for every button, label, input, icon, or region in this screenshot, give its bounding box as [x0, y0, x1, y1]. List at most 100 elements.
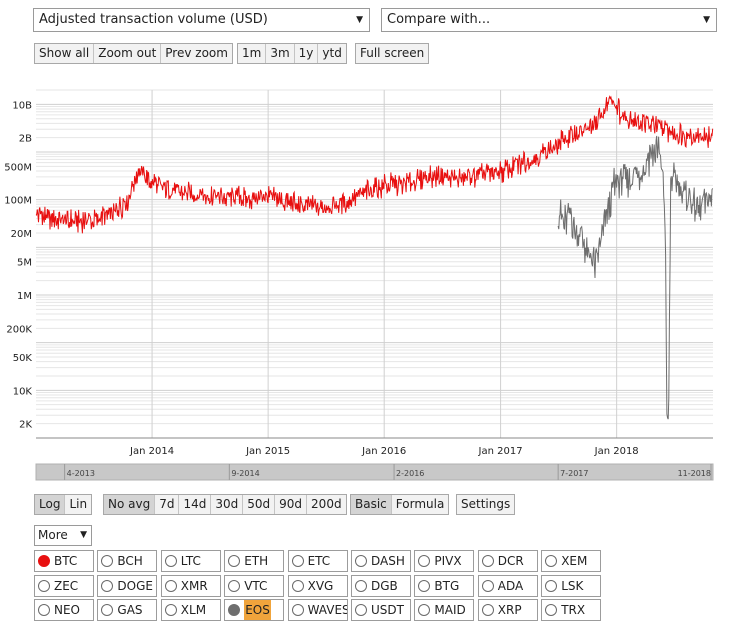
radio-icon — [418, 555, 431, 567]
coin-toggle-xmr[interactable]: XMR — [160, 574, 221, 597]
y-tick-label: 20M — [11, 229, 32, 240]
navigator-label: 9-2014 — [231, 469, 259, 478]
radio-icon — [418, 579, 431, 592]
y-tick-label: 50K — [13, 353, 33, 364]
avg-200d-button[interactable]: 200d — [307, 495, 346, 514]
more-select-value: More — [38, 528, 68, 542]
navigator[interactable]: 4-2013 9-2014 2-2016 7-2017 11-2018 — [35, 463, 714, 481]
radio-icon — [545, 579, 558, 592]
coin-toggle-doge[interactable]: DOGE — [97, 574, 158, 597]
radio-icon — [101, 555, 114, 567]
coin-label: EOS — [244, 600, 271, 620]
coin-toggle-maid[interactable]: MAID — [414, 599, 475, 621]
coin-label: LSK — [561, 578, 584, 593]
coin-toggle-dcr[interactable]: DCR — [477, 550, 538, 572]
coin-toggle-bch[interactable]: BCH — [97, 550, 158, 572]
navigator-label: 2-2016 — [396, 469, 424, 478]
x-tick-label: Jan 2016 — [361, 446, 406, 457]
coin-toggle-lsk[interactable]: LSK — [541, 574, 602, 597]
coin-toggle-dgb[interactable]: DGB — [351, 574, 411, 597]
y-axis: 2K 10K 50K 200K 1M 5M 20M 100M 500M 2B 10B — [4, 100, 32, 430]
y-tick-label: 5M — [17, 258, 32, 269]
radio-icon — [481, 555, 494, 567]
coin-toggle-xem[interactable]: XEM — [541, 550, 602, 572]
range-1m-button[interactable]: 1m — [238, 44, 267, 63]
avg-7d-button[interactable]: 7d — [155, 495, 180, 514]
coin-toggle-pivx[interactable]: PIVX — [414, 550, 475, 572]
coin-toggle-xrp[interactable]: XRP — [477, 599, 538, 621]
basic-mode-button[interactable]: Basic — [351, 495, 392, 514]
x-tick-label: Jan 2018 — [594, 446, 639, 457]
coin-toggle-usdt[interactable]: USDT — [351, 599, 411, 621]
radio-icon — [228, 579, 241, 592]
coin-label: MAID — [434, 603, 466, 617]
radio-icon — [101, 579, 114, 592]
compare-select[interactable]: Compare with... ▼ — [381, 8, 717, 32]
radio-icon — [481, 604, 494, 616]
chart[interactable]: 2K 10K 50K 200K 1M 5M 20M 100M 500M 2B 10B Jan 201… — [0, 80, 736, 488]
radio-icon — [545, 604, 558, 616]
coin-label: ETH — [244, 554, 269, 568]
radio-icon — [355, 604, 367, 616]
x-axis: Jan 2014 Jan 2015 Jan 2016 Jan 2017 Jan 2018 — [129, 446, 639, 457]
coin-label: DCR — [497, 554, 524, 568]
y-tick-label: 500M — [4, 162, 32, 173]
radio-icon — [291, 579, 304, 592]
dropdown-arrow-icon: ▼ — [356, 15, 363, 25]
radio-icon — [545, 555, 558, 567]
full-screen-button[interactable]: Full screen — [356, 44, 428, 63]
navigator-label: 4-2013 — [67, 469, 95, 478]
scale-button-group: Log Lin — [34, 494, 93, 515]
coin-label: XVG — [307, 578, 334, 593]
coin-toggle-ada[interactable]: ADA — [477, 574, 538, 597]
x-tick-label: Jan 2015 — [245, 446, 290, 457]
radio-icon — [355, 555, 367, 567]
coin-toggle-btc[interactable]: BTC — [34, 550, 94, 572]
compare-select-value: Compare with... — [387, 12, 491, 27]
coin-toggle-xlm[interactable]: XLM — [160, 599, 221, 621]
formula-mode-button[interactable]: Formula — [392, 495, 449, 514]
coin-label: USDT — [371, 603, 404, 617]
lin-scale-button[interactable]: Lin — [65, 495, 91, 514]
coin-label: DASH — [371, 554, 405, 568]
coin-label: DOGE — [117, 578, 153, 593]
no-avg-button[interactable]: No avg — [104, 495, 156, 514]
coin-label: LTC — [180, 554, 201, 568]
range-ytd-button[interactable]: ytd — [318, 44, 345, 63]
coin-toggle-xvg[interactable]: XVG — [287, 574, 348, 597]
coin-label: GAS — [117, 603, 143, 617]
more-select[interactable]: More ▼ — [34, 525, 92, 546]
dropdown-arrow-icon: ▼ — [80, 530, 87, 540]
settings-button[interactable]: Settings — [457, 495, 514, 514]
show-all-button[interactable]: Show all — [35, 44, 95, 63]
range-3m-button[interactable]: 3m — [266, 44, 295, 63]
mode-button-group: Basic Formula — [350, 494, 450, 515]
coin-toggle-zec[interactable]: ZEC — [34, 574, 94, 597]
coin-toggle-ltc[interactable]: LTC — [160, 550, 221, 572]
prev-zoom-button[interactable]: Prev zoom — [161, 44, 232, 63]
avg-90d-button[interactable]: 90d — [275, 495, 308, 514]
coin-label: VTC — [244, 578, 268, 593]
coin-toggle-dash[interactable]: DASH — [351, 550, 411, 572]
coin-toggle-etc[interactable]: ETC — [287, 550, 348, 572]
log-scale-button[interactable]: Log — [35, 495, 66, 514]
avg-50d-button[interactable]: 50d — [243, 495, 276, 514]
coin-toggle-waves[interactable]: WAVES — [287, 599, 348, 621]
coin-toggle-vtc[interactable]: VTC — [224, 574, 285, 597]
x-tick-label: Jan 2017 — [478, 446, 523, 457]
coin-label: BTG — [434, 578, 460, 593]
coin-toggle-eos[interactable]: EOS — [224, 599, 285, 621]
range-1y-button[interactable]: 1y — [295, 44, 319, 63]
coin-toggle-gas[interactable]: GAS — [97, 599, 158, 621]
coin-label: PIVX — [434, 554, 462, 568]
coin-toggle-btg[interactable]: BTG — [414, 574, 475, 597]
coin-label: BCH — [117, 554, 143, 568]
avg-30d-button[interactable]: 30d — [211, 495, 244, 514]
navigator-label: 11-2018 — [678, 469, 711, 478]
coin-toggle-trx[interactable]: TRX — [541, 599, 602, 621]
coin-toggle-neo[interactable]: NEO — [34, 599, 94, 621]
zoom-out-button[interactable]: Zoom out — [94, 44, 162, 63]
coin-toggle-eth[interactable]: ETH — [224, 550, 285, 572]
metric-select[interactable]: Adjusted transaction volume (USD) ▼ — [33, 8, 370, 32]
avg-14d-button[interactable]: 14d — [179, 495, 212, 514]
